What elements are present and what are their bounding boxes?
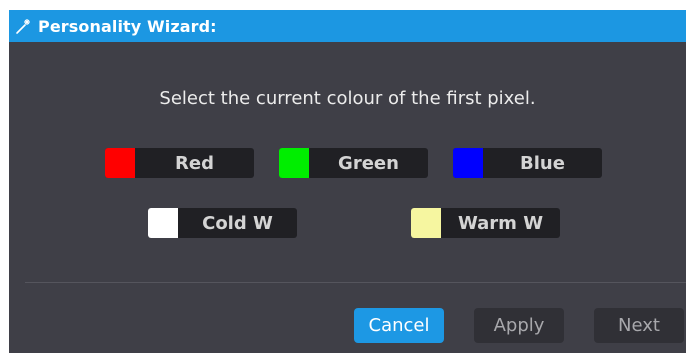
color-label: Warm W (457, 212, 544, 234)
color-label: Blue (520, 152, 565, 174)
footer-divider (25, 282, 686, 283)
color-swatch (148, 208, 178, 238)
color-button-warm-white[interactable]: Warm W (411, 208, 560, 238)
window-title: Personality Wizard: (38, 16, 217, 36)
apply-button[interactable]: Apply (474, 308, 564, 343)
cancel-button[interactable]: Cancel (354, 308, 444, 343)
color-label: Green (338, 152, 399, 174)
color-swatch (105, 148, 135, 178)
color-button-cold-white[interactable]: Cold W (148, 208, 297, 238)
color-label: Red (175, 152, 214, 174)
next-button[interactable]: Next (594, 308, 684, 343)
color-button-blue[interactable]: Blue (453, 148, 602, 178)
color-swatch (453, 148, 483, 178)
wizard-window: Personality Wizard: Select the current c… (9, 10, 686, 353)
magic-wand-icon (15, 17, 33, 35)
color-swatch (279, 148, 309, 178)
color-button-red[interactable]: Red (105, 148, 254, 178)
instruction-text: Select the current colour of the first p… (159, 88, 536, 109)
color-label: Cold W (202, 212, 273, 234)
color-button-green[interactable]: Green (279, 148, 428, 178)
color-swatch (411, 208, 441, 238)
title-bar: Personality Wizard: (9, 10, 686, 42)
